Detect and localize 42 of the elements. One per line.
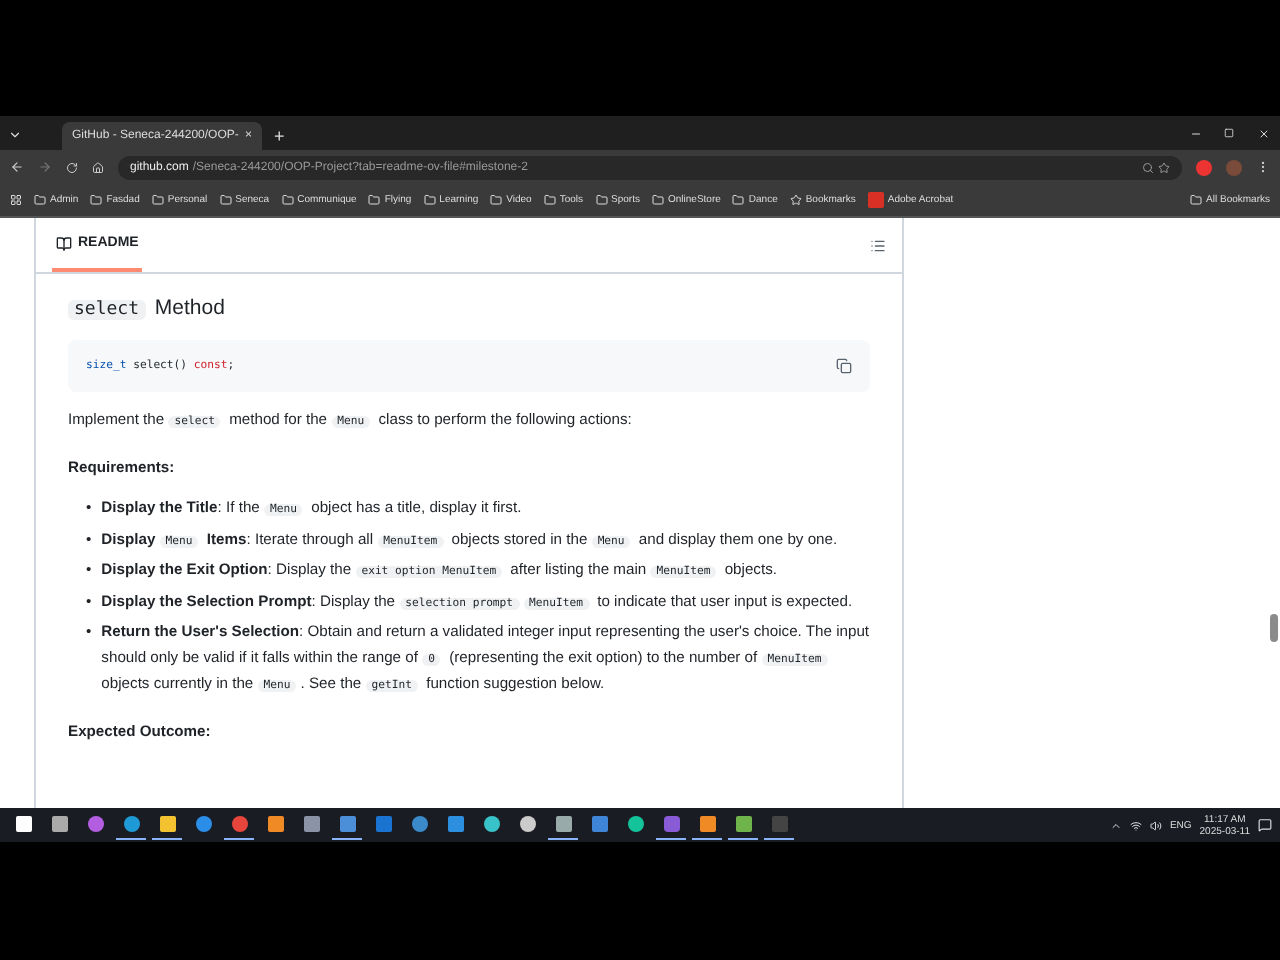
wifi-icon[interactable]	[1129, 819, 1142, 831]
taskbar-app-icon[interactable]	[764, 810, 794, 840]
chevron-up-icon[interactable]	[1109, 819, 1122, 831]
folder-icon	[1190, 194, 1203, 206]
bookmark-star-icon[interactable]	[1158, 161, 1170, 173]
notification-icon[interactable]	[1258, 818, 1272, 832]
copy-icon[interactable]	[836, 358, 852, 374]
taskbar-app-icon[interactable]	[656, 810, 686, 840]
menu-icon[interactable]	[1256, 160, 1270, 174]
new-tab-button[interactable]: +	[274, 126, 285, 146]
folder-icon	[490, 194, 503, 206]
reload-icon[interactable]	[66, 161, 78, 173]
taskbar-app-icon[interactable]	[152, 810, 182, 840]
home-icon[interactable]	[92, 161, 104, 173]
back-icon[interactable]	[10, 160, 24, 174]
taskbar-app-icon[interactable]	[332, 810, 362, 840]
outline-icon[interactable]	[870, 237, 886, 253]
folder-icon	[543, 194, 556, 206]
apps-icon[interactable]	[10, 194, 22, 206]
section-heading: select Method	[68, 294, 870, 324]
extension-icon[interactable]	[1196, 159, 1212, 175]
folder-icon	[423, 194, 436, 206]
taskbar-app-icon[interactable]	[728, 810, 758, 840]
document-icon	[867, 192, 884, 208]
folder-icon	[595, 194, 608, 206]
folder-icon	[651, 194, 664, 206]
folder-icon	[368, 194, 381, 206]
folder-icon	[732, 194, 745, 206]
volume-icon[interactable]	[1149, 819, 1162, 831]
taskbar-app-icon[interactable]	[548, 810, 578, 840]
book-icon	[56, 235, 72, 251]
folder-icon	[219, 194, 232, 206]
folder-icon	[151, 194, 164, 206]
folder-icon	[34, 194, 46, 206]
zoom-icon[interactable]	[1142, 161, 1154, 173]
scrollbar-thumb[interactable]	[1270, 614, 1278, 642]
star-icon	[789, 194, 802, 206]
folder-icon	[90, 194, 103, 206]
folder-icon	[281, 194, 294, 206]
taskbar-app-icon[interactable]	[692, 810, 722, 840]
tab-search-icon[interactable]	[8, 128, 22, 142]
forward-icon[interactable]	[38, 160, 52, 174]
